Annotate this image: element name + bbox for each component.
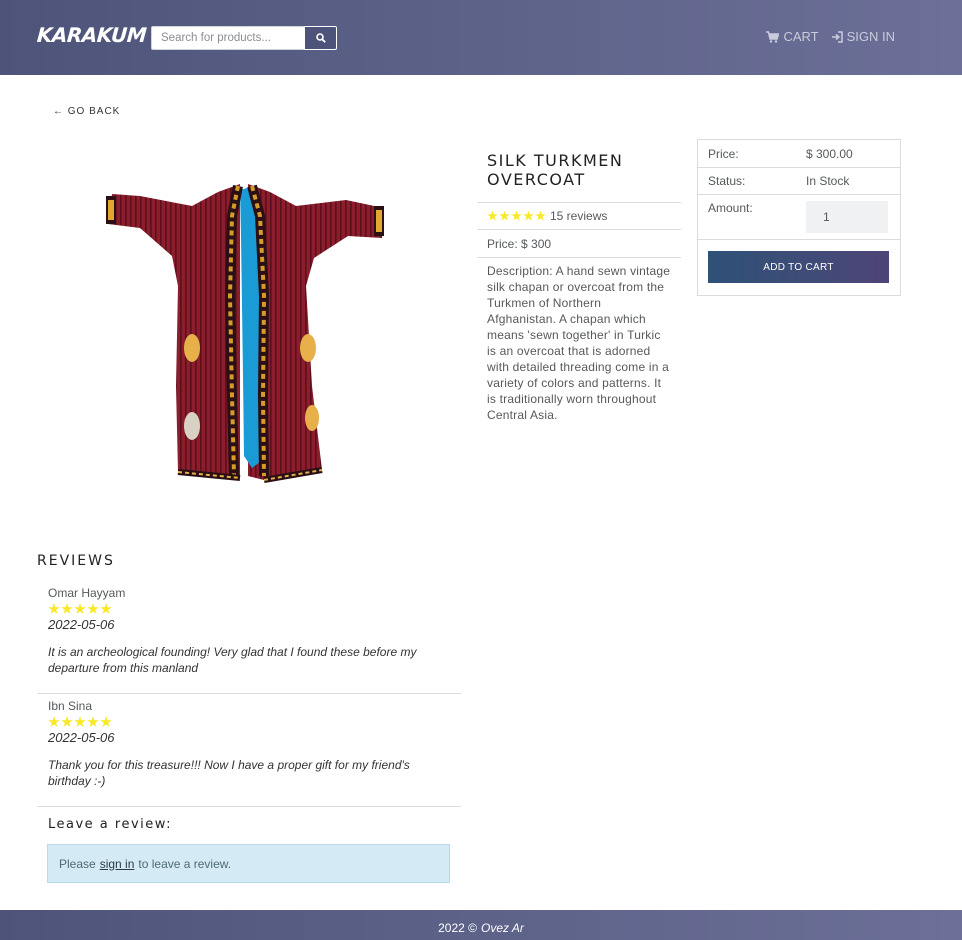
product-rating: 15 reviews	[477, 202, 681, 229]
review-date: 2022-05-06	[48, 730, 115, 745]
star-icon	[61, 716, 73, 727]
review-author: Omar Hayyam	[48, 586, 126, 600]
review-item: Ibn Sina 2022-05-06 Thank you for this t…	[37, 699, 461, 807]
star-icon	[100, 603, 112, 614]
star-icon	[499, 210, 510, 221]
sign-in-link[interactable]: sign in	[100, 857, 135, 871]
star-icon	[87, 603, 99, 614]
star-icon	[48, 603, 60, 614]
reviews-heading: REVIEWS	[37, 553, 115, 569]
alert-prefix: Please	[59, 856, 96, 871]
order-card: Price: $ 300.00 Status: In Stock Amount:…	[697, 139, 901, 296]
nav-sign-in-label: SIGN IN	[846, 29, 895, 44]
search-icon	[315, 33, 326, 43]
star-icon	[61, 603, 73, 614]
rating-stars	[487, 210, 546, 222]
review-date: 2022-05-06	[48, 617, 115, 632]
card-status-row: Status: In Stock	[698, 168, 900, 195]
nav-cart-link[interactable]: CART	[766, 29, 819, 44]
review-item: Omar Hayyam 2022-05-06 It is an archeolo…	[37, 586, 461, 694]
card-price-label: Price:	[708, 146, 739, 161]
review-stars	[48, 716, 461, 728]
product-info: SILK TURKMEN OVERCOAT 15 reviews Price: …	[477, 139, 681, 423]
card-price-value: $ 300.00	[806, 146, 853, 161]
card-amount-label: Amount:	[708, 201, 753, 215]
footer-copyright: 2022 ©	[438, 921, 477, 935]
star-icon	[74, 716, 86, 727]
leave-review-heading: Leave a review:	[48, 817, 173, 832]
product-price: Price: $ 300	[477, 229, 681, 257]
star-icon	[511, 210, 522, 221]
card-status-value: In Stock	[806, 174, 850, 188]
review-text: It is an archeological founding! Very gl…	[48, 645, 417, 675]
sign-in-icon	[831, 30, 843, 43]
cart-icon	[766, 30, 780, 43]
review-stars	[48, 603, 461, 615]
sign-in-alert: Please sign in to leave a review.	[47, 844, 450, 883]
footer: 2022 © Ovez Ar	[0, 910, 962, 940]
review-text: Thank you for this treasure!!! Now I hav…	[48, 758, 410, 788]
star-icon	[523, 210, 534, 221]
go-back-button[interactable]: ← GO BACK	[53, 106, 120, 117]
card-status-label: Status:	[708, 174, 746, 188]
add-to-cart-button[interactable]: ADD TO CART	[708, 251, 889, 283]
star-icon	[535, 210, 546, 221]
search-button[interactable]	[304, 26, 337, 50]
chapan-overcoat-image	[106, 184, 384, 483]
star-icon	[74, 603, 86, 614]
nav-links: CART SIGN IN	[766, 29, 895, 44]
review-author: Ibn Sina	[48, 699, 93, 713]
card-price-row: Price: $ 300.00	[698, 140, 900, 168]
nav-sign-in-link[interactable]: SIGN IN	[831, 29, 895, 44]
star-icon	[48, 716, 60, 727]
search-input[interactable]	[151, 26, 304, 50]
search-form	[151, 26, 337, 50]
star-icon	[100, 716, 112, 727]
product-image	[100, 176, 400, 486]
product-title: SILK TURKMEN OVERCOAT	[487, 151, 624, 189]
footer-author: Ovez Ar	[480, 921, 524, 935]
navbar: KARAKUM CART SIGN IN	[0, 0, 962, 75]
reviews-count: 15 reviews	[550, 209, 608, 223]
star-icon	[487, 210, 498, 221]
alert-suffix: to leave a review.	[138, 856, 232, 871]
star-icon	[87, 716, 99, 727]
card-amount-row: Amount:	[698, 195, 900, 240]
amount-input[interactable]	[806, 201, 888, 233]
brand-logo[interactable]: KARAKUM	[36, 23, 147, 47]
nav-cart-label: CART	[783, 29, 819, 44]
product-description: Description: A hand sewn vintage silk ch…	[477, 257, 681, 423]
